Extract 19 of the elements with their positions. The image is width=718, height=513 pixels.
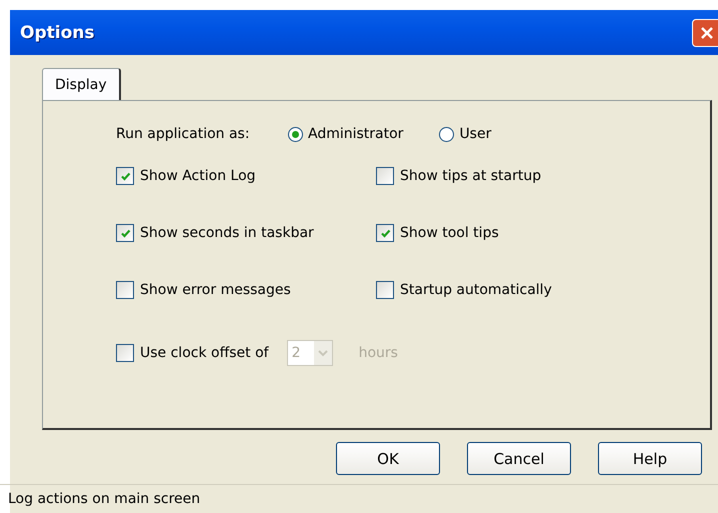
close-icon — [699, 24, 715, 40]
status-bar: Log actions on main screen — [0, 484, 718, 513]
chevron-down-icon — [318, 350, 328, 356]
close-button[interactable] — [692, 18, 718, 46]
run-as-label: Run application as: — [116, 126, 251, 142]
checkbox[interactable]: Show Action Log — [116, 164, 376, 188]
checkbox[interactable]: Startup automatically — [376, 278, 636, 302]
radio-option[interactable]: User — [439, 126, 492, 142]
checkbox[interactable]: Show tool tips — [376, 221, 636, 245]
dialog-button[interactable]: Help — [598, 442, 702, 475]
tab[interactable]: Display — [42, 68, 121, 100]
checkbox[interactable]: Show error messages — [116, 278, 376, 302]
dialog-button[interactable]: OK — [336, 442, 440, 475]
checkbox[interactable]: Show seconds in taskbar — [116, 221, 376, 245]
hours-label: hours — [358, 345, 398, 361]
radio-option[interactable]: Administrator — [288, 126, 404, 142]
window-title: Options — [20, 22, 94, 42]
checkbox[interactable]: Show tips at startup — [376, 164, 636, 188]
dialog-button[interactable]: Cancel — [467, 442, 571, 475]
